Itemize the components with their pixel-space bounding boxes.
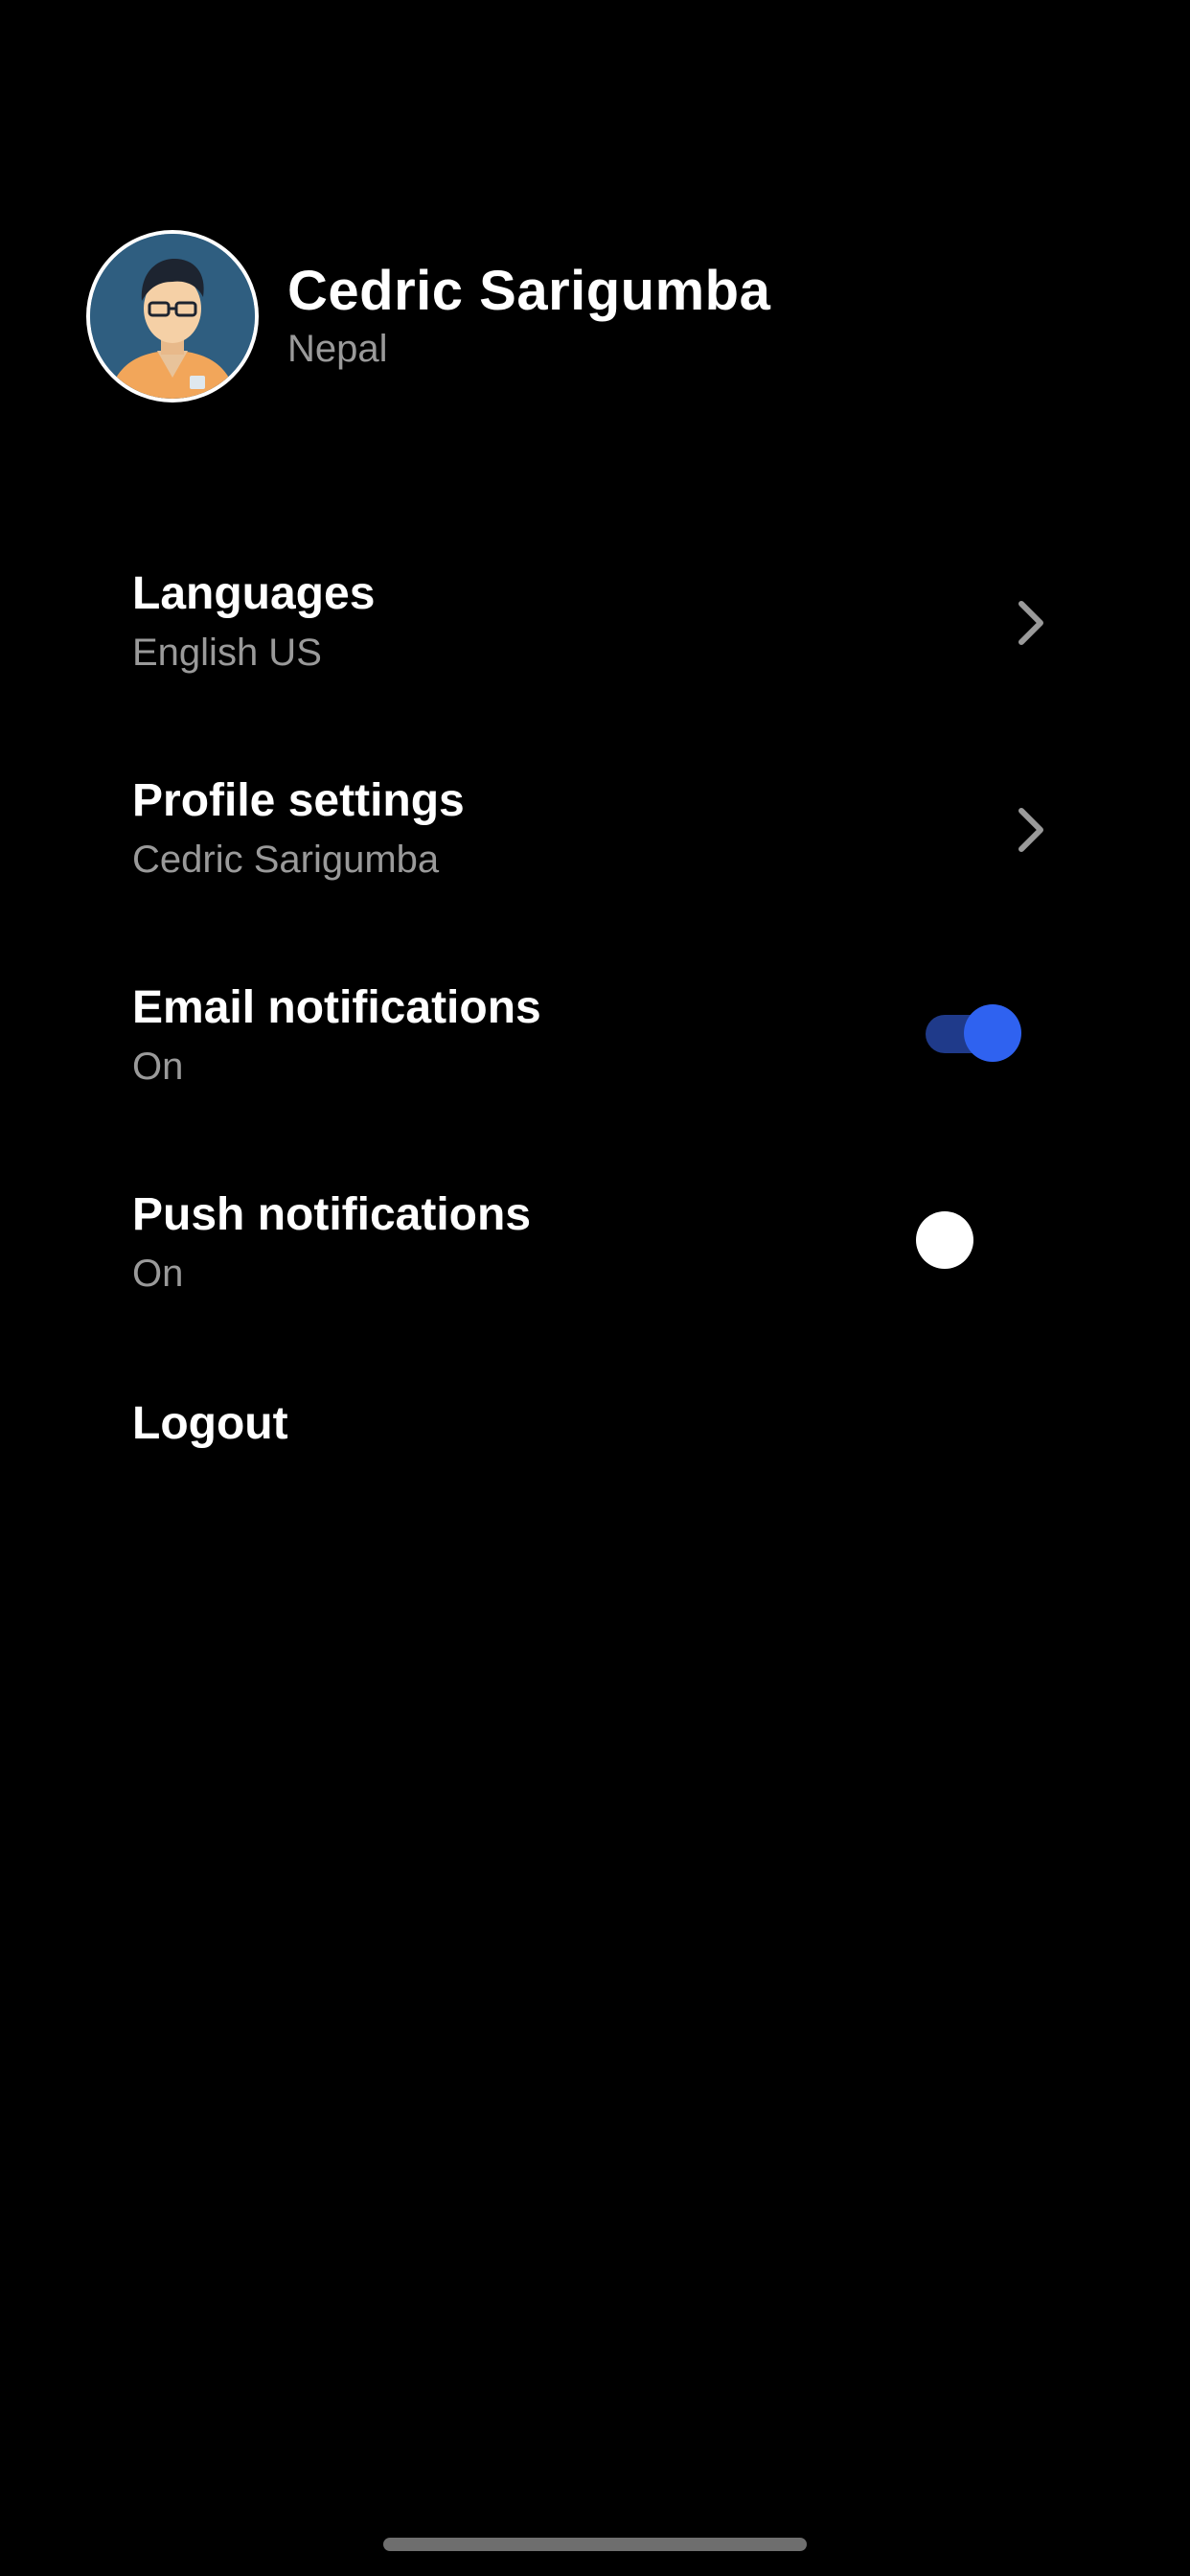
setting-push-notifications: Push notifications On [132, 1186, 1052, 1330]
profile-header: Cedric Sarigumba Nepal [86, 230, 770, 402]
setting-email-notifications: Email notifications On [132, 979, 1052, 1123]
user-avatar-icon [90, 234, 255, 399]
profile-name: Cedric Sarigumba [287, 260, 771, 322]
avatar[interactable] [86, 230, 259, 402]
setting-languages[interactable]: Languages English US [132, 565, 1052, 709]
toggle-thumb [916, 1211, 973, 1269]
chevron-right-icon [1010, 594, 1052, 652]
setting-profile-settings[interactable]: Profile settings Cedric Sarigumba [132, 772, 1052, 916]
setting-title: Languages [132, 568, 376, 619]
setting-title: Push notifications [132, 1189, 532, 1240]
toggle-thumb [964, 1004, 1021, 1062]
setting-value: English US [132, 632, 322, 674]
setting-title: Email notifications [132, 982, 541, 1033]
setting-value: On [132, 1253, 184, 1295]
setting-value: Cedric Sarigumba [132, 839, 440, 881]
home-indicator[interactable] [383, 2538, 807, 2551]
email-notifications-toggle[interactable] [916, 999, 1031, 1066]
chevron-right-icon [1010, 801, 1052, 859]
setting-value: On [132, 1046, 184, 1088]
profile-text: Cedric Sarigumba Nepal [287, 260, 770, 373]
profile-location: Nepal [287, 328, 388, 370]
logout-button[interactable]: Logout [132, 1395, 288, 1453]
push-notifications-toggle[interactable] [916, 1206, 1031, 1273]
setting-title: Profile settings [132, 775, 465, 826]
